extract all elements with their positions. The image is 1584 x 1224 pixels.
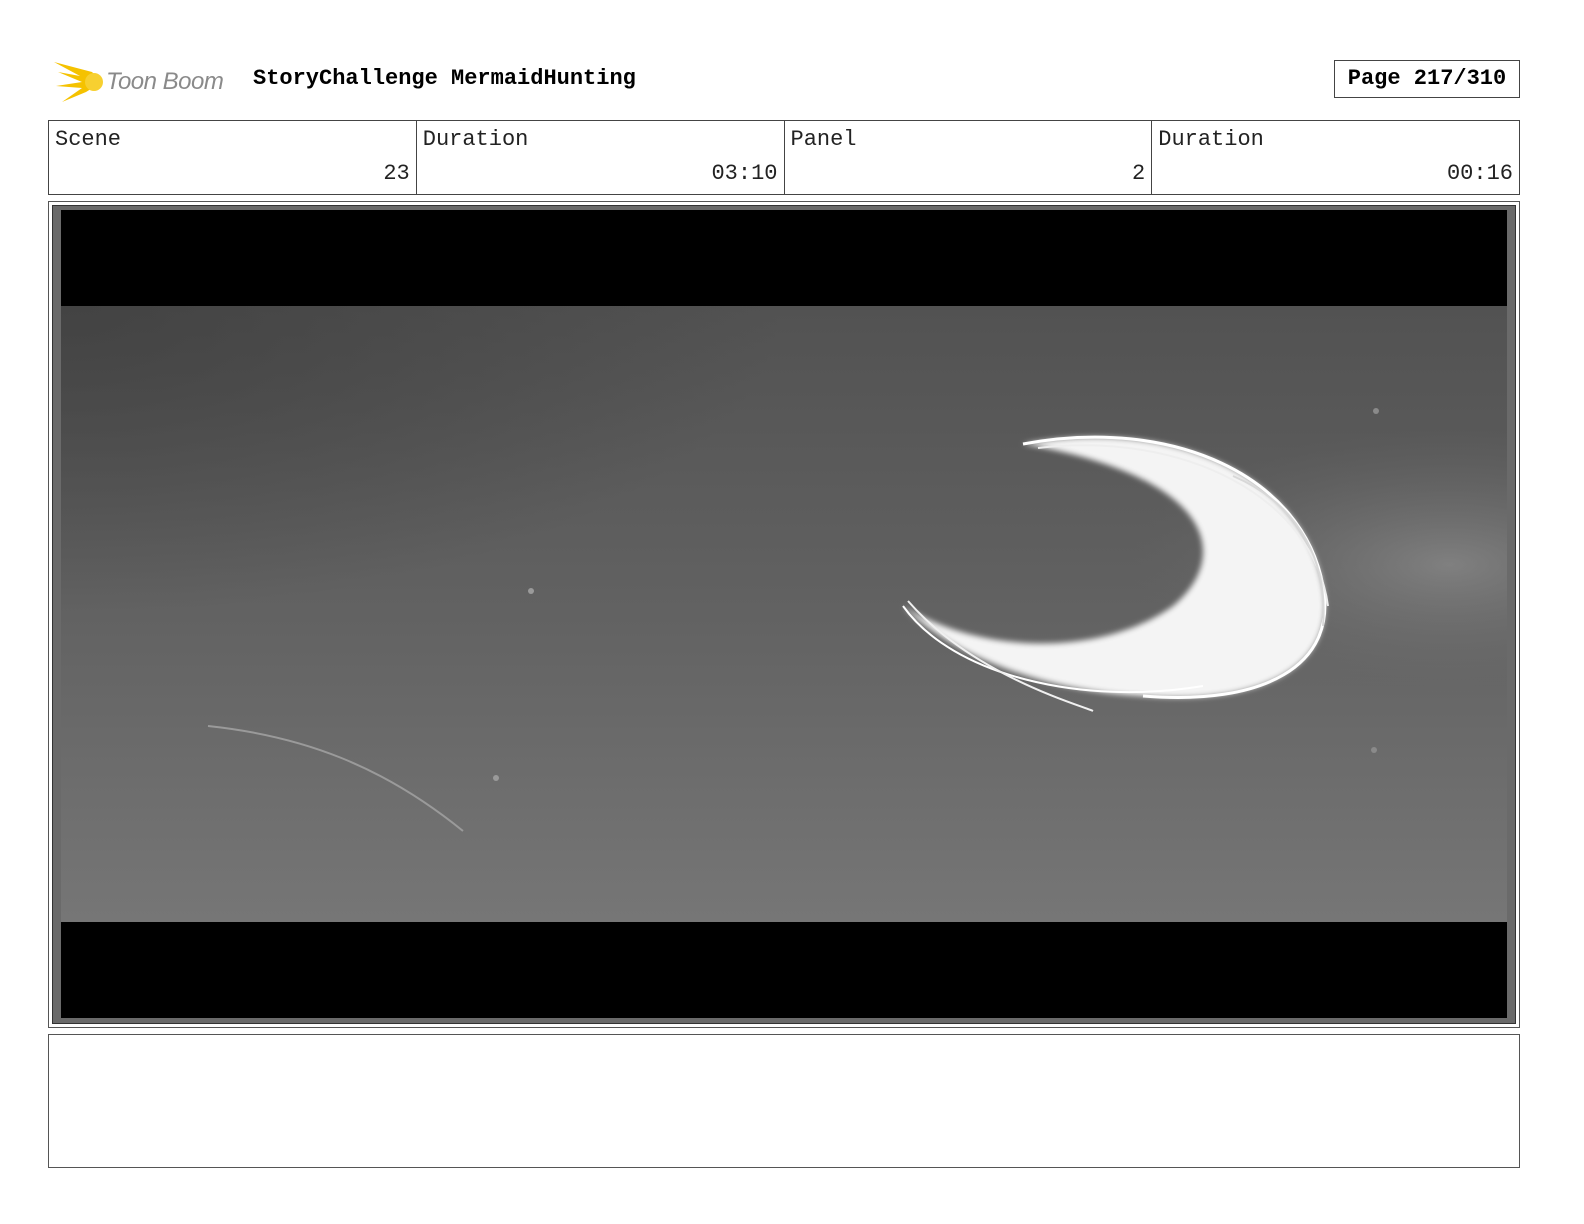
logo-text: Toon Boom [106, 68, 224, 95]
panel-label: Panel [790, 127, 857, 152]
panel-notes-box [48, 1034, 1520, 1168]
storyboard-panel-frame [48, 201, 1520, 1028]
speck [1373, 408, 1379, 414]
toon-boom-logo: Toon Boom [52, 58, 242, 104]
scene-value: 23 [383, 161, 410, 186]
scene-duration-cell: Duration 03:10 [417, 121, 785, 194]
panel-info-table: Scene 23 Duration 03:10 Panel 2 Duration… [48, 120, 1520, 195]
page-indicator: Page 217/310 [1334, 60, 1520, 98]
project-title: StoryChallenge MermaidHunting [253, 66, 636, 91]
scene-label: Scene [55, 127, 122, 152]
storyboard-panel-image [52, 205, 1516, 1024]
letterbox-bottom [61, 922, 1507, 1018]
panel-duration-label: Duration [1158, 127, 1264, 152]
toon-boom-logo-icon [54, 62, 103, 102]
panel-cell: Panel 2 [785, 121, 1153, 194]
scene-duration-label: Duration [422, 127, 529, 152]
scene-cell: Scene 23 [49, 121, 417, 194]
panel-duration-value: 00:16 [1446, 161, 1513, 186]
speck [493, 775, 499, 781]
speck [1371, 747, 1377, 753]
panel-duration-cell: Duration 00:16 [1152, 121, 1519, 194]
scene-duration-value: 03:10 [711, 161, 778, 186]
panel-value: 2 [1132, 161, 1146, 186]
panel-drawing [53, 206, 1515, 1023]
page-header: Toon Boom StoryChallenge MermaidHunting … [48, 54, 1520, 106]
speck [528, 588, 534, 594]
letterbox-top [61, 210, 1507, 306]
